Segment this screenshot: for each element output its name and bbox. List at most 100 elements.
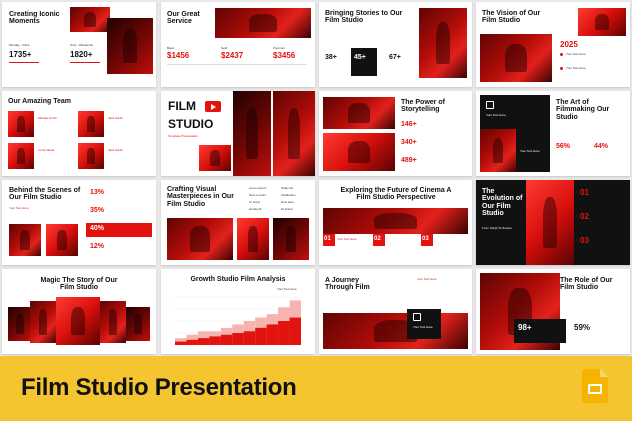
slide-title: A Journey Through Film: [325, 277, 370, 292]
chart-step-1-6: [243, 331, 256, 345]
slide-power-of-storytelling[interactable]: The Power of Storytelling 146+ 340+ 489+: [319, 91, 472, 176]
tier-label: Basic: [167, 46, 175, 50]
divider: [167, 64, 307, 65]
slide-art-of-filmmaking[interactable]: Your Text Here Your Text Here The Art of…: [476, 91, 630, 176]
slide-title: Bringing Stories to Our Film Studio: [325, 10, 403, 25]
slide-label: Your Text Here: [9, 206, 29, 210]
tier-label: Gold: [221, 46, 228, 50]
slide-journey-through-film[interactable]: A Journey Through Film Your Text Here Yo…: [319, 269, 472, 354]
google-slides-icon: [582, 369, 608, 403]
percent: 12%: [90, 243, 105, 250]
slide-photo: [30, 301, 56, 343]
step-number: 02: [580, 212, 589, 221]
slide-photo: [480, 129, 516, 172]
slide-label: Your Text Here: [417, 277, 437, 281]
slide-role-of-studio[interactable]: The Role of Our Film Studio 98+ 59%: [476, 269, 630, 354]
team-photo: [78, 111, 104, 137]
year: 2025: [560, 40, 578, 49]
slide-photo: [199, 145, 231, 171]
slide-photo: [273, 218, 309, 260]
stat-number: 340+: [401, 139, 417, 146]
slide-photo: [578, 8, 626, 36]
slide-photo: [480, 34, 552, 82]
slide-title: The Art of Filmmaking Our Studio: [556, 99, 610, 121]
slide-vision[interactable]: The Vision of Our Film Studio 2025 Your …: [476, 2, 630, 87]
slide-photo: [8, 307, 32, 341]
clapper-icon: [486, 101, 494, 109]
slide-title-film-studio[interactable]: FILM STUDIO Template Presentation: [161, 91, 315, 176]
slide-exploring-future[interactable]: Exploring the Future of Cinema A Film St…: [319, 180, 472, 265]
stat-number: 38+: [325, 54, 337, 61]
stat-number: 98+: [518, 323, 532, 332]
slide-photo: [9, 224, 41, 256]
slide-photo: [323, 97, 395, 129]
divider: [70, 62, 100, 63]
subtitle: Template Presentation: [168, 134, 198, 138]
slide-photo: [419, 8, 467, 78]
step-number: 01: [324, 236, 331, 242]
slide-our-great-service[interactable]: Our Great Service Basic Gold Premium $14…: [161, 2, 315, 87]
slide-growth-analysis[interactable]: Growth Studio Film Analysis Your Text He…: [161, 269, 315, 354]
member-name: Lucky Maria: [38, 148, 55, 152]
presentation-title: Film Studio Presentation: [21, 374, 297, 401]
member-name: Jack Sarah: [108, 116, 124, 120]
divider: [9, 62, 39, 63]
slide-photo: [100, 301, 126, 343]
stat-number: 59%: [574, 323, 591, 332]
chart-step-1-9: [278, 321, 290, 345]
bullet-label: Your Text Here: [566, 66, 586, 70]
slide-photo: [526, 180, 574, 265]
slide-photo: [237, 218, 269, 260]
step-label: Your Text Here: [337, 237, 357, 241]
list-item: Lorem ipsum: [249, 186, 267, 190]
slide-photo: [273, 91, 315, 176]
chart-step-1-5: [232, 333, 244, 345]
price: $1456: [167, 51, 190, 60]
slide-magic-story[interactable]: Magic The Story of Our Film Studio: [2, 269, 156, 354]
slide-bringing-stories[interactable]: Bringing Stories to Our Film Studio 38+ …: [319, 2, 472, 87]
slide-behind-the-scenes[interactable]: Behind the Scenes of Our Film Studio You…: [2, 180, 156, 265]
slide-title: Exploring the Future of Cinema A Film St…: [340, 187, 452, 202]
slide-photo: [126, 307, 150, 341]
chart-step-1-10: [289, 317, 301, 345]
slide-crafting-visual[interactable]: Crafting Visual Masterpieces in Our Film…: [161, 180, 315, 265]
chart-legend: Your Text Here: [277, 287, 297, 291]
slide-our-amazing-team[interactable]: Our Amazing Team Michael Smith Jack Sara…: [2, 91, 156, 176]
slide-title: Behind the Scenes of Our Film Studio: [9, 187, 81, 202]
slide-photo: [70, 7, 110, 32]
team-photo: [78, 143, 104, 169]
slide-title: Creating Iconic Moments: [9, 11, 60, 26]
slide-evolution[interactable]: The Evolution of Our Film Studio From Sc…: [476, 180, 630, 265]
box-label: Your Text Here: [413, 325, 433, 329]
title-studio: STUDIO: [168, 117, 214, 131]
slide-title: The Power of Storytelling: [401, 99, 445, 114]
step-number: 03: [580, 236, 589, 245]
chart-step-1-1: [186, 339, 198, 345]
tier-label: Premium: [273, 46, 286, 50]
panel-label: Your Text Here: [486, 113, 506, 117]
member-name: Michael Smith: [38, 116, 57, 120]
stat-number: 67+: [389, 54, 401, 61]
slide-thumbnail-grid: Creating Iconic Moments Monday - Films O…: [0, 0, 632, 356]
slide-creating-iconic-moments[interactable]: Creating Iconic Moments Monday - Films O…: [2, 2, 156, 87]
percent: 35%: [90, 207, 105, 214]
slide-photo: [56, 297, 100, 345]
slide-title: The Role of Our Film Studio: [560, 277, 613, 292]
chart-step-1-7: [255, 327, 267, 345]
chart-step-1-0: [175, 341, 187, 345]
bullet: [560, 67, 563, 70]
stat-number: 146+: [401, 121, 417, 128]
stat-number: 45+: [354, 54, 366, 61]
price: $3456: [273, 51, 296, 60]
chart-step-1-2: [197, 338, 210, 345]
slide-title: The Evolution of Our Film Studio: [482, 188, 523, 218]
percent: 13%: [90, 189, 105, 196]
play-icon: [205, 101, 221, 112]
chart-step-1-4: [220, 334, 233, 345]
price: $2437: [221, 51, 244, 60]
slide-photo: [107, 18, 153, 74]
team-photo: [8, 111, 34, 137]
google-slides-icon-frame: [588, 384, 602, 394]
slide-photo: [323, 208, 468, 234]
footer-banner: Film Studio Presentation: [0, 356, 632, 421]
